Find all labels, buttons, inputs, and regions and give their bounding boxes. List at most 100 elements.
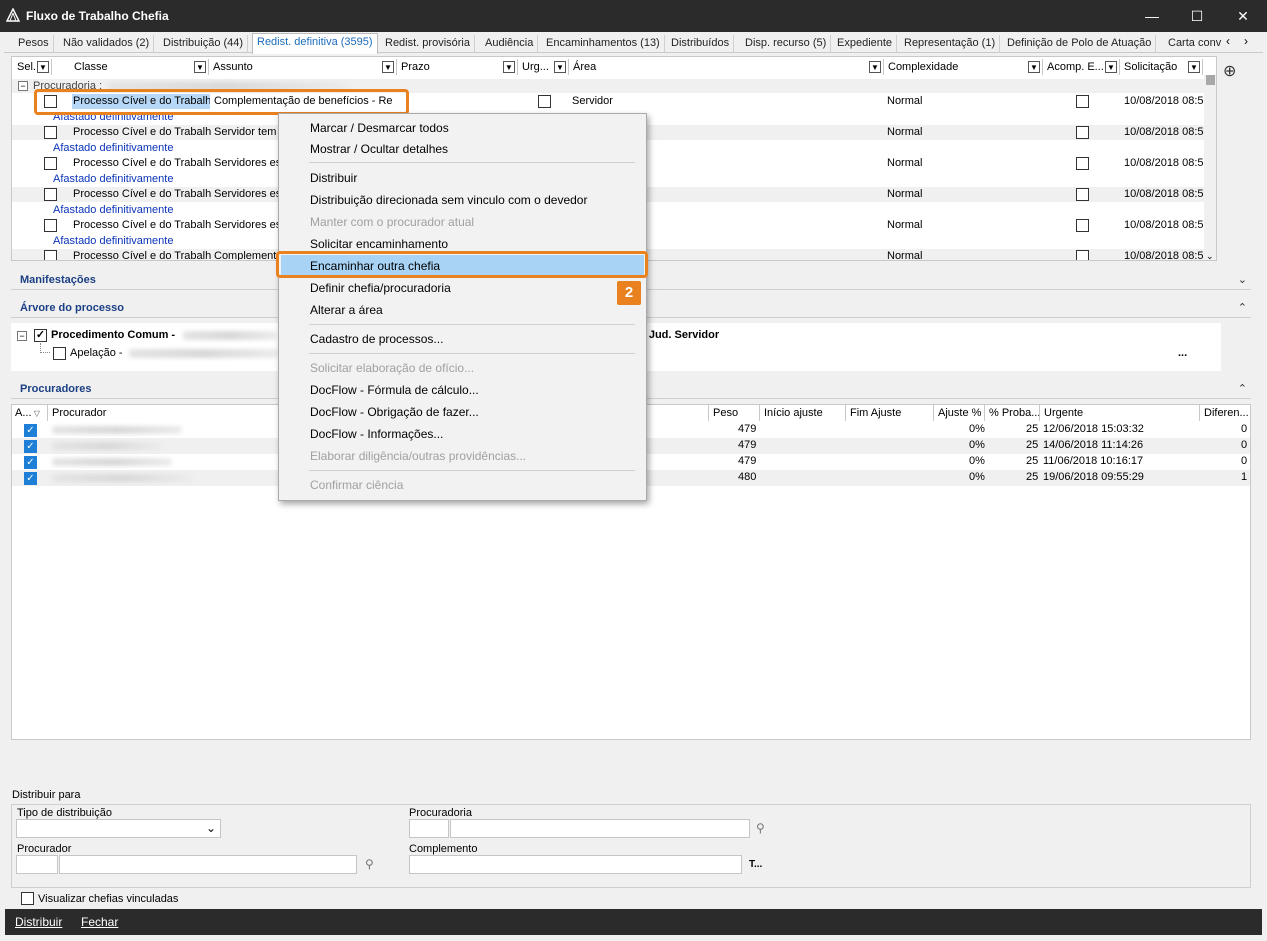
menu-item-solicitar-encaminhamento[interactable]: Solicitar encaminhamento [310,237,448,251]
tree-checkbox-checked[interactable]: ✓ [34,329,47,342]
tree-child-label[interactable]: Apelação - [70,347,123,359]
col-header-urg[interactable]: Urg... ▼ [519,59,569,75]
tipo-distribuicao-select[interactable]: ⌄ [16,819,221,838]
filter-dropdown-icon[interactable]: ▼ [869,61,881,73]
collapse-icon[interactable]: − [17,331,27,341]
menu-item-mostrar[interactable]: Mostrar / Ocultar detalhes [310,142,448,156]
filter-dropdown-icon[interactable]: ▼ [1188,61,1200,73]
chevron-down-icon[interactable]: ⌄ [1238,273,1247,286]
add-column-icon[interactable]: ⊕ [1223,61,1236,81]
menu-item-distribuicao-direcionada[interactable]: Distribuição direcionada sem vinculo com… [310,193,587,207]
tab-expediente[interactable]: Expediente [833,35,898,53]
chevron-up-icon[interactable]: ⌃ [1238,382,1247,395]
tab-scroll-left-icon[interactable]: ‹ [1226,34,1230,48]
search-icon[interactable]: ⚲ [365,857,374,871]
complemento-field[interactable] [409,855,742,874]
procurador-name-field[interactable] [59,855,357,874]
tab-distribuidos[interactable]: Distribuídos [667,35,735,53]
grid-scrollbar[interactable]: ⌄ [1204,75,1216,260]
tab-carta-conv[interactable]: Carta conv [1164,35,1225,53]
menu-item-alterar-area[interactable]: Alterar a área [310,303,383,317]
more-button[interactable]: ... [1178,347,1187,359]
tab-audiencia[interactable]: Audiência [481,35,539,53]
row-checkbox-checked[interactable]: ✓ [24,424,37,437]
procuradoria-label: Procuradoria [409,807,472,819]
tree-checkbox[interactable] [53,347,66,360]
row-checkbox[interactable] [44,126,57,139]
col-header-acomp[interactable]: Acomp. E... ▼ [1044,59,1120,75]
tab-pesos[interactable]: Pesos [14,35,54,53]
col-header-ajuste[interactable]: Ajuste % [935,405,985,421]
visualizar-checkbox[interactable] [21,892,34,905]
row-checkbox[interactable] [44,219,57,232]
cell-probabilidade: 25 [1026,455,1039,467]
row-checkbox[interactable] [44,250,57,260]
row-checkbox-checked[interactable]: ✓ [24,456,37,469]
menu-item-marcar[interactable]: Marcar / Desmarcar todos [310,121,449,135]
tab-scroll-right-icon[interactable]: › [1244,34,1248,48]
maximize-button[interactable]: ☐ [1174,0,1220,32]
menu-item-definir-chefia[interactable]: Definir chefia/procuradoria [310,281,451,295]
chevron-down-icon[interactable]: ⌄ [206,821,216,835]
menu-item-docflow-obrigacao[interactable]: DocFlow - Obrigação de fazer... [310,405,479,419]
col-header-sel[interactable]: Sel. ▼ [14,59,52,75]
filter-dropdown-icon[interactable]: ▼ [1028,61,1040,73]
chevron-up-icon[interactable]: ⌃ [1238,301,1247,314]
tab-encaminhamentos[interactable]: Encaminhamentos (13) [542,35,665,53]
col-header-urgente[interactable]: Urgente [1041,405,1200,421]
tab-redist-provisoria[interactable]: Redist. provisória [381,35,475,53]
acomp-checkbox[interactable] [1076,95,1089,108]
close-button[interactable]: ✕ [1220,0,1266,32]
minimize-button[interactable]: — [1129,0,1175,32]
collapse-icon[interactable]: − [18,81,28,91]
filter-dropdown-icon[interactable]: ▼ [554,61,566,73]
scrollbar-thumb[interactable] [1206,75,1215,85]
filter-dropdown-icon[interactable]: ▼ [1105,61,1117,73]
col-header-diferenca[interactable]: Diferen... [1201,405,1250,421]
filter-dropdown-icon[interactable]: ▼ [194,61,206,73]
tab-definicao-polo[interactable]: Definição de Polo de Atuação [1003,35,1157,53]
menu-item-distribuir[interactable]: Distribuir [310,171,357,185]
tab-disp-recurso[interactable]: Disp. recurso (5) [741,35,832,53]
tree-root-label[interactable]: Procedimento Comum - [51,329,175,341]
col-header-classe[interactable]: Classe ▼ [71,59,209,75]
tab-nao-validados[interactable]: Não validados (2) [59,35,155,53]
acomp-checkbox[interactable] [1076,250,1089,260]
menu-item-docflow-formula[interactable]: DocFlow - Fórmula de cálculo... [310,383,479,397]
procuradoria-name-field[interactable] [450,819,750,838]
search-icon[interactable]: ⚲ [756,821,765,835]
scroll-down-icon[interactable]: ⌄ [1206,251,1214,260]
col-header-assunto[interactable]: Assunto ▼ [210,59,397,75]
row-checkbox-checked[interactable]: ✓ [24,472,37,485]
menu-item-cadastro[interactable]: Cadastro de processos... [310,332,443,346]
col-header-a[interactable]: A... ▽ [12,405,48,421]
col-header-solicitacao[interactable]: Solicitação ▼ [1121,59,1203,75]
row-checkbox[interactable] [44,188,57,201]
filter-dropdown-icon[interactable]: ▼ [382,61,394,73]
tab-redist-definitiva[interactable]: Redist. definitiva (3595) [252,33,378,54]
col-header-probabilidade[interactable]: % Proba... [986,405,1040,421]
acomp-checkbox[interactable] [1076,157,1089,170]
col-header-inicio-ajuste[interactable]: Início ajuste [761,405,846,421]
procuradoria-code-field[interactable] [409,819,449,838]
acomp-checkbox[interactable] [1076,219,1089,232]
filter-dropdown-icon[interactable]: ▼ [503,61,515,73]
urgente-checkbox[interactable] [538,95,551,108]
acomp-checkbox[interactable] [1076,188,1089,201]
col-header-prazo[interactable]: Prazo ▼ [398,59,518,75]
row-checkbox-checked[interactable]: ✓ [24,440,37,453]
col-header-fim-ajuste[interactable]: Fim Ajuste [847,405,934,421]
filter-dropdown-icon[interactable]: ▼ [37,61,49,73]
row-checkbox[interactable] [44,157,57,170]
acomp-checkbox[interactable] [1076,126,1089,139]
text-format-button[interactable]: T... [749,859,762,870]
col-header-area[interactable]: Área ▼ [570,59,884,75]
distribuir-button[interactable]: Distribuir [15,915,62,929]
procurador-code-field[interactable] [16,855,58,874]
col-header-peso[interactable]: Peso [710,405,760,421]
tab-representacao[interactable]: Representação (1) [900,35,1001,53]
fechar-button[interactable]: Fechar [81,915,118,929]
col-header-complexidade[interactable]: Complexidade ▼ [885,59,1043,75]
menu-item-docflow-informacoes[interactable]: DocFlow - Informações... [310,427,443,441]
tab-distribuicao[interactable]: Distribuição (44) [159,35,249,53]
